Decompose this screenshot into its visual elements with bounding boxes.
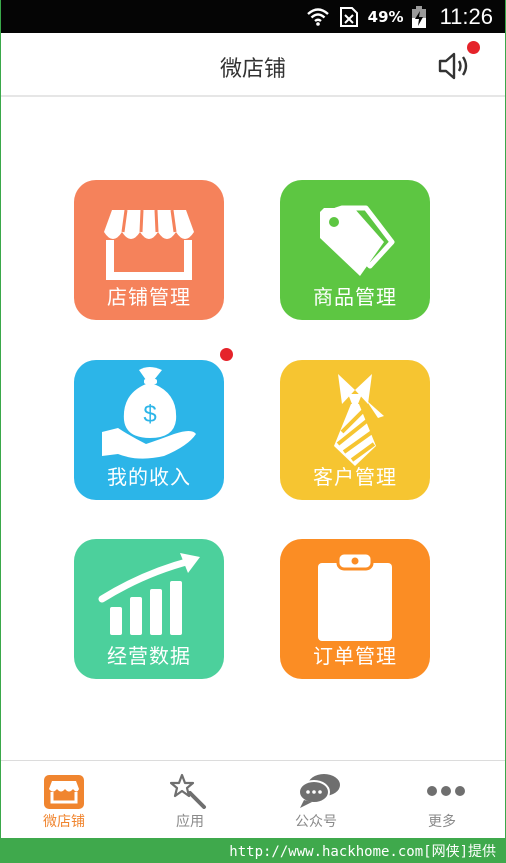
nav-item-more[interactable]: 更多 — [379, 761, 505, 839]
nav-label: 更多 — [428, 814, 456, 830]
battery-percent: 49% — [367, 7, 404, 26]
shop-icon — [44, 775, 84, 809]
tile-label: 客户管理 — [313, 465, 397, 489]
nav-label: 公众号 — [295, 814, 337, 830]
tile-customer-management[interactable]: 客户管理 — [280, 360, 430, 500]
page-title: 微店铺 — [219, 57, 286, 82]
announcement-button[interactable] — [437, 41, 480, 83]
notification-dot — [467, 41, 480, 54]
tile-label: 店铺管理 — [107, 285, 191, 309]
more-dots-icon — [427, 786, 465, 796]
clock: 11:26 — [439, 3, 493, 29]
svg-text:$: $ — [143, 401, 156, 428]
tile-label: 经营数据 — [107, 644, 191, 668]
wifi-icon — [306, 7, 329, 26]
nav-label: 应用 — [176, 814, 204, 830]
notification-dot — [220, 348, 233, 361]
tile-label: 我的收入 — [107, 465, 191, 489]
watermark-bar: http://www.hackhome.com[网侠]提供 — [0, 838, 506, 863]
top-bar: 微店铺 — [1, 33, 505, 97]
tile-label: 商品管理 — [313, 285, 397, 309]
tile-order-management[interactable]: 订单管理 — [280, 539, 430, 679]
battery-charging-icon — [411, 5, 426, 28]
speaker-icon — [438, 52, 468, 80]
bottom-nav: 微店铺 应用 公众号 更多 — [1, 760, 505, 838]
nav-item-official-accounts[interactable]: 公众号 — [253, 761, 379, 839]
status-bar: 49% 11:26 — [1, 0, 505, 33]
nav-label: 微店铺 — [43, 814, 85, 830]
nav-item-apps[interactable]: 应用 — [127, 761, 253, 839]
tile-my-income[interactable]: $ 我的收入 — [74, 348, 233, 500]
tile-label: 订单管理 — [313, 644, 397, 668]
no-sim-icon — [339, 6, 358, 27]
nav-item-shop[interactable]: 微店铺 — [1, 761, 127, 839]
watermark-text: http://www.hackhome.com[网侠]提供 — [229, 844, 496, 860]
magic-wand-icon — [170, 773, 206, 809]
tile-goods-management[interactable]: 商品管理 — [280, 180, 430, 320]
chat-bubbles-icon — [298, 774, 340, 808]
tile-business-data[interactable]: 经营数据 — [74, 539, 224, 679]
tile-store-management[interactable]: 店铺管理 — [74, 180, 224, 320]
